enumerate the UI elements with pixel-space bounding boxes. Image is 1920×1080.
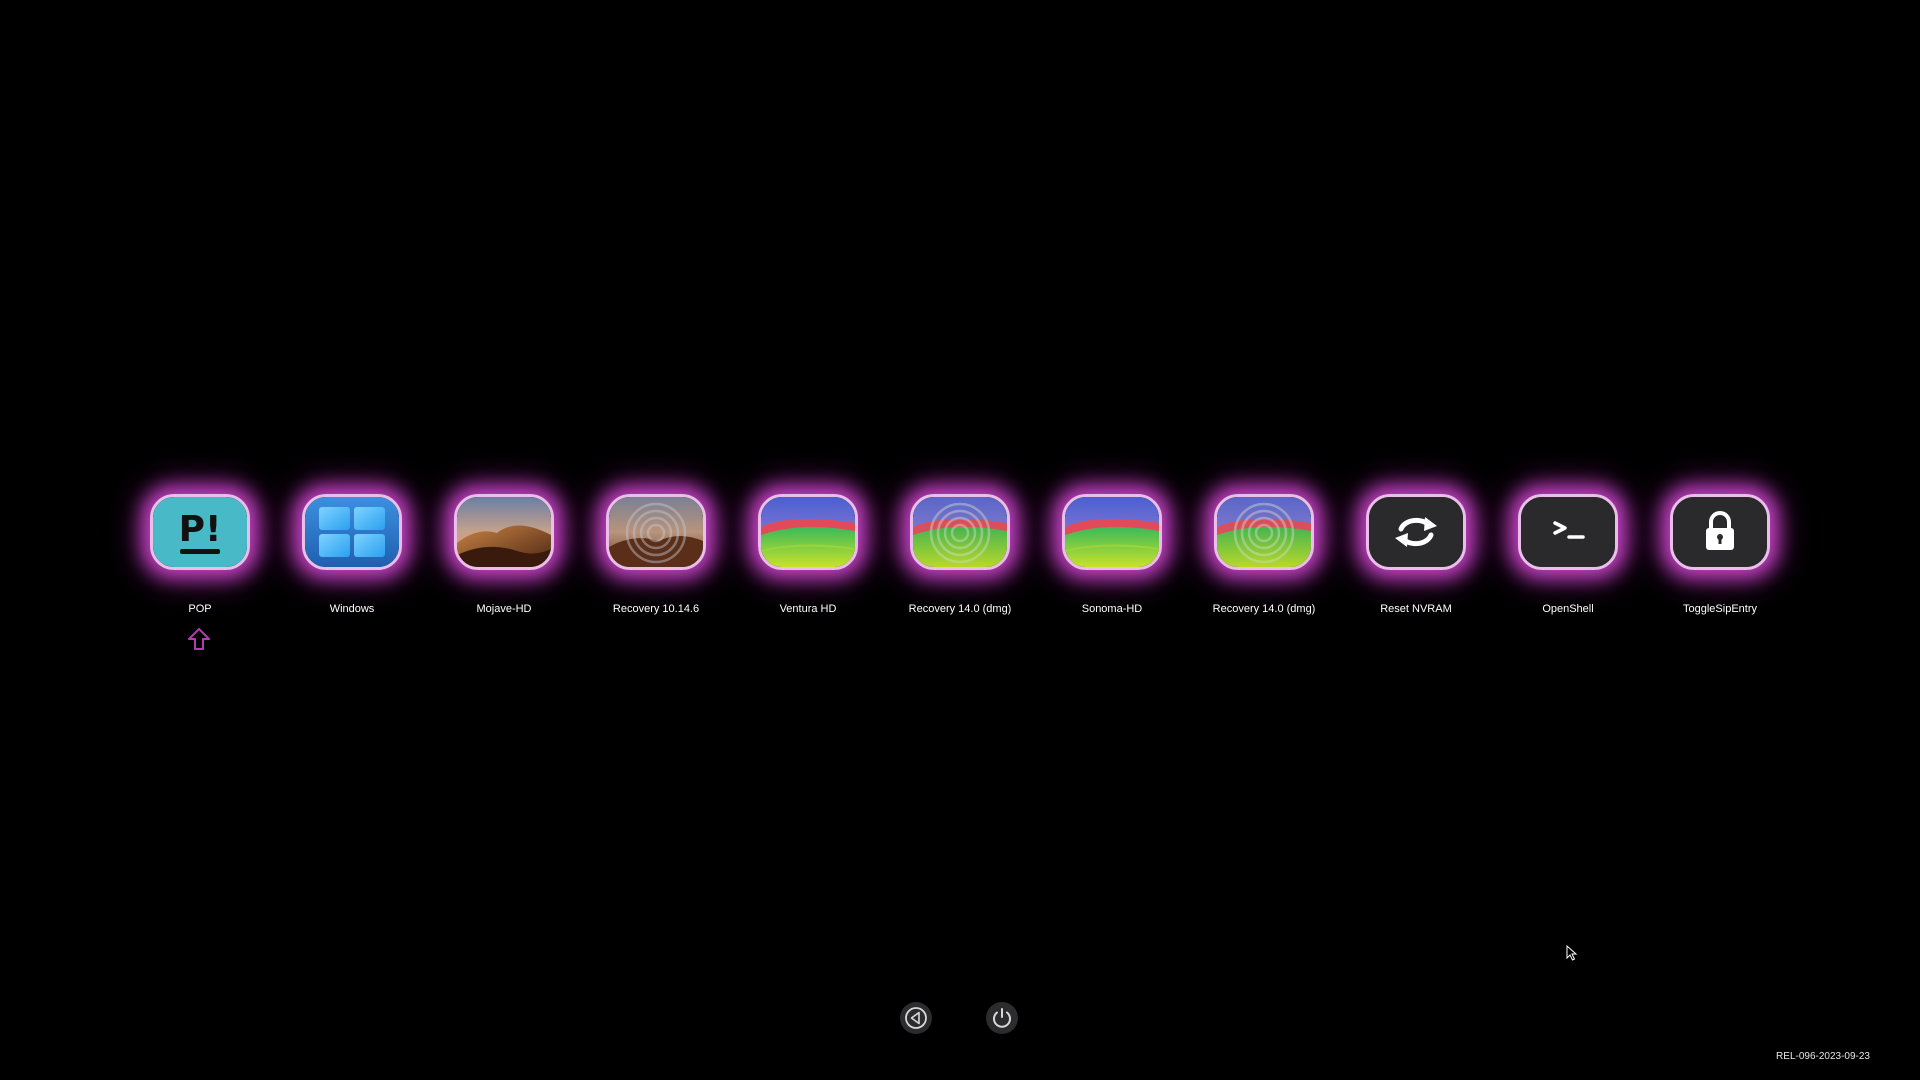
tile-glow [758,494,858,570]
boot-entry-reset-nvram[interactable]: Reset NVRAM [1340,490,1492,640]
tile-glow [302,494,402,570]
tile-glow [1670,494,1770,570]
entry-label: Ventura HD [779,603,837,615]
entry-label: Windows [329,603,375,615]
boot-picker-screen: P! POP Windows Mojave-HD Recovery 10.14.… [0,0,1920,1080]
windows-icon [302,494,402,570]
tile-glow [1062,494,1162,570]
ventura-hills-icon [758,494,858,570]
power-icon [993,1008,1011,1028]
restart-icon [905,1007,927,1029]
entry-label: Recovery 14.0 (dmg) [908,603,1012,615]
entry-label: Reset NVRAM [1380,603,1452,615]
entry-label: Sonoma-HD [1081,603,1143,615]
tile-glow [1214,494,1314,570]
boot-entry-sonoma-hd[interactable]: Sonoma-HD [1036,490,1188,640]
entry-label: Recovery 14.0 (dmg) [1212,603,1316,615]
tile-glow [1518,494,1618,570]
boot-entry-pop[interactable]: P! POP [124,490,276,640]
sonoma-hills-icon [1062,494,1162,570]
tile-glow [454,494,554,570]
version-label: REL-096-2023-09-23 [1776,1051,1870,1062]
tile-glow: P! [150,494,250,570]
entry-label: ToggleSipEntry [1683,603,1757,615]
boot-entry-recovery-10-14-6[interactable]: Recovery 10.14.6 [580,490,732,640]
mouse-cursor-icon [1566,944,1578,961]
lock-icon [1670,494,1770,570]
boot-entry-recovery-14-0-dmg-2[interactable]: Recovery 14.0 (dmg) [1188,490,1340,640]
tile-glow [606,494,706,570]
boot-entry-togglesipentry[interactable]: ToggleSipEntry [1644,490,1796,640]
svg-text:P!: P! [179,509,222,550]
terminal-icon [1518,494,1618,570]
tile-glow [1366,494,1466,570]
boot-entry-mojave-hd[interactable]: Mojave-HD [428,490,580,640]
entry-label: OpenShell [1542,603,1594,615]
boot-entry-openshell[interactable]: OpenShell [1492,490,1644,640]
sonoma-recovery-icon [1214,494,1314,570]
entry-label: POP [188,603,212,615]
boot-entry-recovery-14-0-dmg-1[interactable]: Recovery 14.0 (dmg) [884,490,1036,640]
reset-arrows-icon [1366,494,1466,570]
sonoma-recovery-icon [910,494,1010,570]
pop-os-icon: P! [150,494,250,570]
restart-button[interactable] [900,1002,932,1034]
shutdown-button[interactable] [986,1002,1018,1034]
boot-entry-windows[interactable]: Windows [276,490,428,640]
boot-entry-ventura-hd[interactable]: Ventura HD [732,490,884,640]
selection-arrow-icon [186,626,212,652]
mojave-dunes-icon [454,494,554,570]
entry-label: Recovery 10.14.6 [612,603,700,615]
boot-entries: P! POP Windows Mojave-HD Recovery 10.14.… [0,490,1920,670]
mojave-recovery-icon [606,494,706,570]
entry-label: Mojave-HD [476,603,532,615]
tile-glow [910,494,1010,570]
